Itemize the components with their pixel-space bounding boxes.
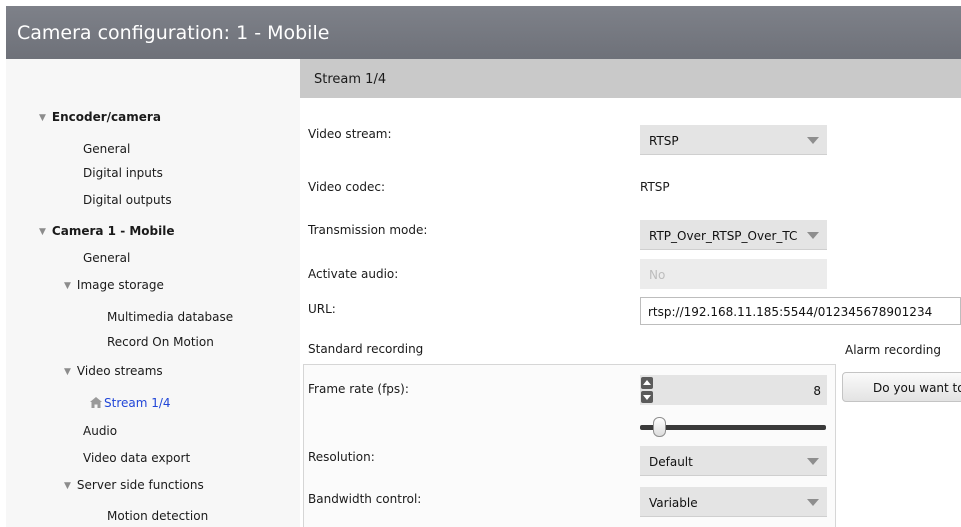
tree-item-stream[interactable]: Stream 1/4: [90, 396, 171, 410]
url-input[interactable]: rtsp://192.168.11.185:5544/0123456789012…: [640, 297, 961, 325]
dropdown-value: Default: [649, 455, 693, 469]
chevron-down-icon: [807, 499, 819, 506]
frame-rate-slider-track[interactable]: [640, 425, 826, 430]
tree-item-multimedia-database[interactable]: Multimedia database: [107, 310, 233, 324]
tree-item-record-on-motion[interactable]: Record On Motion: [107, 335, 214, 349]
activate-audio-label: Activate audio:: [308, 267, 399, 281]
resolution-label: Resolution:: [308, 450, 375, 464]
alarm-recording-title: Alarm recording: [845, 343, 942, 357]
alarm-button-label: Do you want to: [873, 381, 961, 395]
collapse-triangle-icon[interactable]: ▼: [39, 113, 46, 123]
video-stream-dropdown[interactable]: RTSP: [640, 125, 827, 155]
bandwidth-control-label: Bandwidth control:: [308, 492, 422, 506]
transmission-mode-dropdown[interactable]: RTP_Over_RTSP_Over_TC: [640, 220, 827, 250]
dropdown-value: Variable: [649, 496, 698, 510]
transmission-mode-label: Transmission mode:: [308, 223, 428, 237]
url-input-value: rtsp://192.168.11.185:5544/0123456789012…: [648, 305, 933, 319]
tree-item-digital-inputs[interactable]: Digital inputs: [83, 166, 163, 180]
home-icon: [90, 397, 102, 408]
collapse-triangle-icon[interactable]: ▼: [39, 227, 46, 237]
tree-item-audio[interactable]: Audio: [83, 424, 117, 438]
tree-item-label: Stream 1/4: [104, 396, 171, 410]
chevron-down-icon: [807, 137, 819, 144]
chevron-down-icon: [807, 232, 819, 239]
frame-rate-label: Frame rate (fps):: [308, 382, 409, 396]
tree-item-encoder[interactable]: ▼ Encoder/camera: [39, 110, 161, 124]
frame-rate-slider-thumb[interactable]: [653, 417, 666, 437]
tree-item-label: Server side functions: [76, 478, 204, 492]
tree-item-label: Camera 1 - Mobile: [51, 224, 175, 238]
tree-item-video-streams[interactable]: ▼ Video streams: [64, 364, 163, 378]
tree-item-digital-outputs[interactable]: Digital outputs: [83, 193, 172, 207]
tree-item-motion-detection[interactable]: Motion detection: [107, 509, 208, 523]
increment-arrow-icon[interactable]: [641, 377, 653, 389]
collapse-triangle-icon[interactable]: ▼: [64, 281, 71, 291]
collapse-triangle-icon[interactable]: ▼: [64, 367, 71, 377]
section-title: Stream 1/4: [314, 72, 387, 87]
tree-item-camera-general[interactable]: General: [83, 251, 130, 265]
collapse-triangle-icon[interactable]: ▼: [64, 481, 71, 491]
section-header: Stream 1/4: [300, 59, 961, 98]
dropdown-value: No: [649, 268, 666, 282]
dropdown-value: RTSP: [649, 134, 679, 148]
frame-rate-stepper[interactable]: 8: [640, 375, 827, 405]
video-stream-label: Video stream:: [308, 127, 392, 141]
activate-audio-dropdown[interactable]: No: [640, 259, 827, 289]
frame-rate-value: 8: [813, 384, 821, 398]
tree-item-label: Image storage: [76, 278, 164, 292]
video-codec-value: RTSP: [640, 180, 670, 194]
tree-item-label: Video streams: [76, 364, 163, 378]
bandwidth-control-dropdown[interactable]: Variable: [640, 487, 827, 517]
standard-recording-title: Standard recording: [308, 342, 424, 356]
window-title: Camera configuration: 1 - Mobile: [17, 22, 330, 44]
url-label: URL:: [308, 302, 336, 316]
video-codec-label: Video codec:: [308, 180, 386, 194]
tree-item-server-side-functions[interactable]: ▼ Server side functions: [64, 478, 204, 492]
window-titlebar: Camera configuration: 1 - Mobile: [6, 6, 961, 59]
resolution-dropdown[interactable]: Default: [640, 446, 827, 476]
decrement-arrow-icon[interactable]: [641, 391, 653, 403]
dropdown-value: RTP_Over_RTSP_Over_TC: [649, 229, 798, 243]
chevron-down-icon: [807, 458, 819, 465]
tree-item-label: Encoder/camera: [51, 110, 161, 124]
tree-item-image-storage[interactable]: ▼ Image storage: [64, 278, 164, 292]
tree-item-camera[interactable]: ▼ Camera 1 - Mobile: [39, 224, 175, 238]
alarm-recording-button[interactable]: Do you want to: [842, 372, 961, 402]
sidebar-tree: ▼ Encoder/camera General Digital inputs D…: [6, 59, 300, 527]
tree-item-video-data-export[interactable]: Video data export: [83, 451, 190, 465]
tree-item-general[interactable]: General: [83, 142, 130, 156]
